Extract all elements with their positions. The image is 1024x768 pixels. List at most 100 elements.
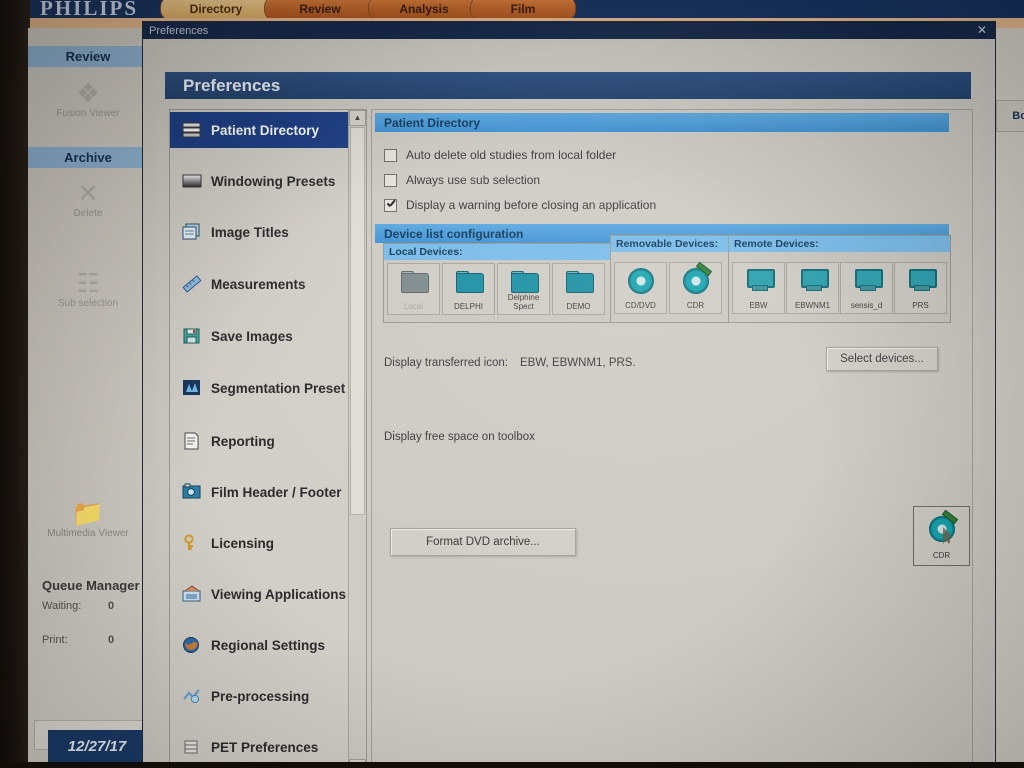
preferences-window: Preferences ✕ Preferences Patient Direct… bbox=[142, 21, 996, 768]
sidebar-item-label: Patient Directory bbox=[211, 122, 320, 138]
sidebar-item-segmentation-preset[interactable]: Segmentation Preset bbox=[170, 370, 348, 406]
key-icon bbox=[182, 534, 202, 552]
device-demo[interactable]: DEMO bbox=[552, 263, 605, 315]
sidebar-item-pre-processing[interactable]: Pre-processing bbox=[170, 678, 348, 714]
sidebar-item-label: Licensing bbox=[211, 535, 275, 551]
sidebar-item-image-titles[interactable]: Image Titles bbox=[170, 214, 348, 250]
device-group-local: Local Devices: Local DELPHI Delphine Spe… bbox=[383, 243, 611, 323]
tool-fusion-viewer[interactable]: ❖ Fusion Viewer bbox=[28, 78, 148, 119]
close-icon[interactable]: ✕ bbox=[975, 23, 989, 37]
checkbox-label: Auto delete old studies from local folde… bbox=[406, 148, 617, 162]
monitor-bezel-left bbox=[0, 0, 30, 768]
sidebar-group-review: Review bbox=[28, 46, 148, 67]
window-client-area: Preferences Patient Directory Windowing … bbox=[157, 46, 981, 768]
device-label: CDR bbox=[686, 301, 705, 310]
device-cdr[interactable]: CDR bbox=[669, 261, 722, 314]
device-label: EBWNM1 bbox=[794, 301, 831, 310]
device-ebwnm1[interactable]: EBWNM1 bbox=[786, 262, 839, 314]
checkbox-always-sub-selection[interactable] bbox=[384, 173, 397, 187]
sidebar-item-label: Measurements bbox=[211, 276, 306, 292]
sidebar-item-regional-settings[interactable]: Regional Settings bbox=[170, 627, 348, 663]
tool-delete[interactable]: ✕ Delete bbox=[28, 178, 148, 219]
device-group-local-title: Local Devices: bbox=[384, 244, 610, 260]
device-delphi[interactable]: DELPHI bbox=[442, 263, 495, 315]
floppy-disk-icon bbox=[182, 327, 202, 345]
delete-x-icon: ✕ bbox=[77, 178, 99, 208]
sidebar-item-label: Regional Settings bbox=[211, 637, 326, 653]
sidebar-item-viewing-applications[interactable]: Viewing Applications bbox=[170, 576, 348, 612]
free-space-label: Display free space on toolbox bbox=[384, 431, 535, 443]
booking-stub[interactable]: Book bbox=[996, 100, 1024, 132]
checkbox-row-display-warning[interactable]: Display a warning before closing an appl… bbox=[384, 198, 656, 212]
preferences-nav-list: Patient Directory Windowing Presets Imag… bbox=[170, 110, 348, 768]
sidebar-item-film-header-footer[interactable]: Film Header / Footer bbox=[170, 474, 348, 510]
folder-icon bbox=[400, 271, 429, 293]
fusion-viewer-icon: ❖ bbox=[76, 78, 100, 108]
sidebar-item-windowing-presets[interactable]: Windowing Presets bbox=[170, 163, 348, 199]
device-group-remote: Remote Devices: EBW EBWNM1 sensis_d PRS bbox=[728, 235, 951, 323]
device-label: PRS bbox=[912, 301, 929, 310]
sidebar-item-measurements[interactable]: Measurements bbox=[170, 266, 348, 302]
app-left-sidebar: Review ❖ Fusion Viewer Archive ✕ Delete … bbox=[28, 28, 148, 762]
sidebar-item-label: Pre-processing bbox=[211, 688, 310, 704]
preprocessing-icon bbox=[182, 687, 202, 705]
device-local[interactable]: Local bbox=[387, 263, 440, 315]
queue-print-value: 0 bbox=[108, 634, 115, 646]
tool-sub-selection[interactable]: ☷ Sub selection bbox=[28, 268, 148, 309]
select-devices-button[interactable]: Select devices... bbox=[826, 347, 938, 371]
date-display: 12/27/17 bbox=[48, 730, 146, 762]
device-ebw[interactable]: EBW bbox=[732, 262, 785, 314]
monitor-icon bbox=[908, 269, 937, 291]
multimedia-folder-icon: 📁 bbox=[71, 498, 105, 528]
checkbox-label: Always use sub selection bbox=[406, 173, 541, 187]
scroll-thumb-vertical[interactable] bbox=[350, 127, 365, 515]
sub-selection-icon: ☷ bbox=[76, 268, 100, 298]
sidebar-item-patient-directory[interactable]: Patient Directory bbox=[170, 112, 348, 148]
device-delphine-spect[interactable]: Delphine Spect bbox=[497, 263, 550, 315]
device-label: sensis_d bbox=[850, 301, 883, 310]
directory-stack-icon bbox=[182, 121, 202, 139]
sidebar-item-pet-preferences[interactable]: PET Preferences bbox=[170, 729, 348, 765]
folder-icon bbox=[455, 271, 484, 293]
transferred-icon-value: EBW, EBWNM1, PRS. bbox=[520, 357, 636, 369]
device-label: CD/DVD bbox=[625, 301, 656, 310]
checkbox-display-warning[interactable] bbox=[384, 198, 397, 212]
checkbox-row-auto-delete[interactable]: Auto delete old studies from local folde… bbox=[384, 148, 616, 162]
device-label: DELPHI bbox=[454, 302, 483, 311]
preferences-nav: Patient Directory Windowing Presets Imag… bbox=[169, 109, 367, 768]
sidebar-item-label: Save Images bbox=[211, 328, 293, 344]
sidebar-item-licensing[interactable]: Licensing bbox=[170, 525, 348, 561]
window-level-icon bbox=[182, 172, 202, 190]
sidebar-item-save-images[interactable]: Save Images bbox=[170, 318, 348, 354]
sidebar-group-archive: Archive bbox=[28, 147, 148, 168]
checkbox-row-always-sub-selection[interactable]: Always use sub selection bbox=[384, 173, 540, 187]
checkbox-label: Display a warning before closing an appl… bbox=[406, 198, 657, 212]
tool-multimedia-viewer[interactable]: 📁 Multimedia Viewer bbox=[28, 498, 148, 539]
monitor-icon bbox=[854, 269, 883, 291]
queue-waiting-label: Waiting: bbox=[42, 600, 82, 612]
tool-label: Multimedia Viewer bbox=[47, 528, 129, 539]
device-group-remote-title: Remote Devices: bbox=[729, 236, 950, 252]
sidebar-item-label: Windowing Presets bbox=[211, 173, 336, 189]
device-label: EBW bbox=[749, 301, 768, 310]
scroll-up-button[interactable]: ▲ bbox=[349, 110, 366, 126]
device-prs[interactable]: PRS bbox=[894, 262, 947, 314]
cd-icon bbox=[627, 268, 654, 294]
report-page-icon bbox=[182, 432, 202, 450]
free-space-device-label: CDR bbox=[932, 551, 951, 560]
folder-icon bbox=[565, 271, 594, 293]
page-title: Preferences bbox=[165, 72, 971, 99]
monitor-icon bbox=[800, 269, 829, 291]
device-group-removable-title: Removable Devices: bbox=[611, 236, 728, 252]
device-cd-dvd[interactable]: CD/DVD bbox=[614, 262, 667, 314]
sidebar-item-reporting[interactable]: Reporting bbox=[170, 423, 348, 459]
free-space-device-box[interactable]: CDR bbox=[913, 506, 970, 566]
sidebar-item-label: Film Header / Footer bbox=[211, 484, 342, 500]
sidebar-item-label: PET Preferences bbox=[211, 739, 319, 755]
device-group-removable: Removable Devices: CD/DVD CDR bbox=[610, 235, 729, 323]
pet-preferences-icon bbox=[182, 738, 202, 756]
device-sensis-d[interactable]: sensis_d bbox=[840, 262, 893, 314]
checkbox-auto-delete[interactable] bbox=[384, 148, 397, 162]
format-dvd-archive-button[interactable]: Format DVD archive... bbox=[390, 528, 576, 556]
nav-vertical-scrollbar[interactable]: ▲ ▼ bbox=[348, 110, 366, 768]
